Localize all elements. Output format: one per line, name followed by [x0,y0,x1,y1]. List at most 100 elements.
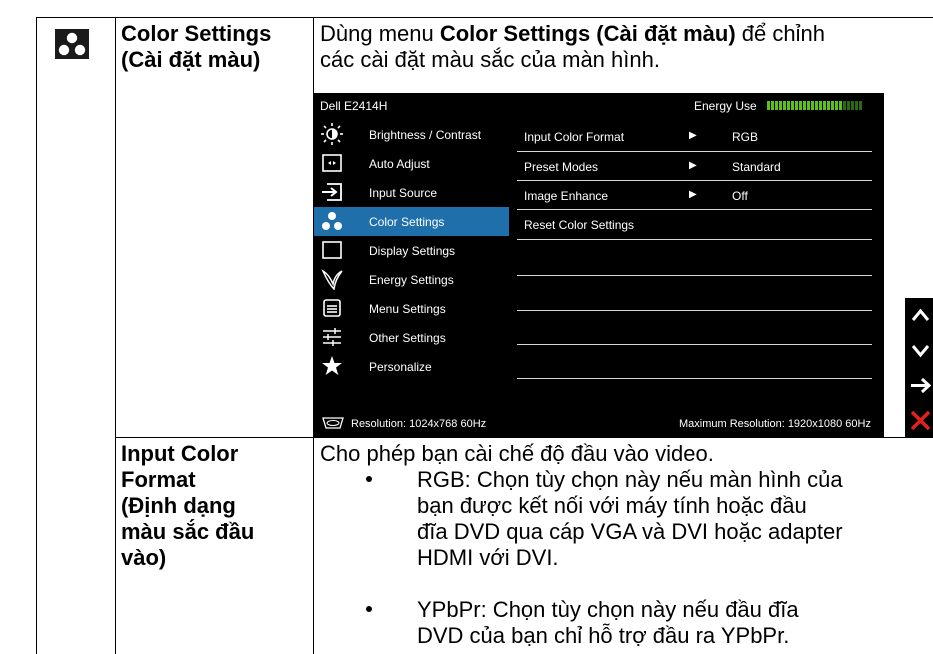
star-icon [322,356,342,375]
table-row-divider [116,437,933,438]
energy-meter-segment [831,101,834,110]
table-top-border [36,17,933,18]
row1-description: Dùng menu Color Settings (Cài đặt màu) đ… [320,21,825,73]
energy-meter-segment [807,101,810,110]
energy-meter-segment [859,101,862,110]
osd-menu-label: Other Settings [369,331,446,345]
row2-intro: Cho phép bạn cài chế độ đầu vào video. [320,441,714,466]
up-arrow-icon[interactable] [908,303,933,328]
osd-menu-label: Color Settings [369,215,445,229]
energy-meter-segment [771,101,774,110]
osd-menu-screenshot: Dell E2414H Energy Use Brightness / Cont… [314,93,884,437]
down-arrow-icon[interactable] [908,338,933,363]
osd-menu-personalize[interactable]: Personalize [314,352,509,381]
osd-submenu-image-enhance[interactable]: Image Enhance ▶ Off [517,181,872,209]
other-settings-icon [323,328,341,346]
energy-meter-segment [803,101,806,110]
energy-settings-icon [321,269,343,290]
energy-meter-segment [799,101,802,110]
energy-meter-segment [851,101,854,110]
menu-settings-icon [323,299,341,317]
row1-desc-line2: các cài đặt màu sắc của màn hình. [320,47,660,72]
osd-menu-label: Display Settings [369,244,456,258]
bullet-line: DVD của bạn chỉ hỗ trợ đầu ra YPbPr. [417,623,790,648]
osd-submenu-label: Reset Color Settings [524,218,635,232]
osd-submenu-label: Input Color Format [524,130,625,144]
osd-submenu-label: Image Enhance [524,189,609,203]
vga-connector-icon [322,417,344,429]
osd-menu-auto-adjust[interactable]: Auto Adjust [314,149,509,178]
osd-menu-energy-settings[interactable]: Energy Settings [314,265,509,294]
energy-meter-segment [783,101,786,110]
input-source-icon [322,183,342,201]
osd-submenu-reset-color-settings[interactable]: Reset Color Settings [517,210,872,238]
energy-meter-segment [843,101,846,110]
energy-meter-segment [779,101,782,110]
display-settings-icon [322,241,342,259]
bullet-line: RGB: Chọn tùy chọn này nếu màn hình của [417,467,843,492]
row2-title-line: màu sắc đầu [121,519,255,544]
energy-meter-segment [835,101,838,110]
osd-menu-other-settings[interactable]: Other Settings [314,323,509,352]
energy-meter-segment [787,101,790,110]
brightness-icon [321,123,343,145]
osd-menu-label: Auto Adjust [369,157,430,171]
bullet-line: đĩa DVD qua cáp VGA và DVI hoặc adapter [417,519,843,544]
osd-separator [517,310,872,311]
row2-title-line: vào) [121,545,167,570]
osd-submenu-value: RGB [732,130,759,144]
osd-menu-brightness-contrast[interactable]: Brightness / Contrast [314,120,509,149]
osd-menu-color-settings[interactable]: Color Settings [314,207,509,236]
right-triangle-icon: ▶ [689,130,697,141]
energy-meter-segment [815,101,818,110]
row1-desc-line1: Dùng menu Color Settings (Cài đặt màu) đ… [320,21,825,47]
auto-adjust-icon [322,154,342,172]
osd-separator [517,239,872,240]
osd-submenu-input-color-format[interactable]: Input Color Format ▶ RGB [517,122,872,150]
energy-meter-segment [827,101,830,110]
osd-submenu-value: Standard [732,160,781,174]
energy-meter-segment [767,101,770,110]
enter-arrow-icon[interactable] [908,373,933,398]
energy-meter-segment [775,101,778,110]
osd-menu-display-settings[interactable]: Display Settings [314,236,509,265]
bullet-rgb: RGB: Chọn tùy chọn này nếu màn hình của … [417,467,843,571]
osd-menu-input-source[interactable]: Input Source [314,178,509,207]
energy-meter-segment [819,101,822,110]
right-triangle-icon: ▶ [689,189,697,200]
close-icon[interactable] [908,408,933,433]
bullet-ypbpr: YPbPr: Chọn tùy chọn này nếu đầu đĩa DVD… [417,597,799,649]
row1-title: Color Settings (Cài đặt màu) [121,21,271,73]
energy-meter-segment [855,101,858,110]
osd-menu-menu-settings[interactable]: Menu Settings [314,294,509,323]
color-settings-icon [322,212,342,230]
osd-max-resolution: Maximum Resolution: 1920x1080 60Hz [679,418,871,430]
osd-model-name: Dell E2414H [320,99,388,113]
osd-resolution: Resolution: 1024x768 60Hz [351,418,487,430]
row1-title-line2: (Cài đặt màu) [121,47,261,72]
energy-meter-segment [823,101,826,110]
osd-menu-label: Brightness / Contrast [369,128,482,142]
osd-separator [517,378,872,379]
osd-menu-label: Input Source [369,186,438,200]
energy-meter-segment [847,101,850,110]
color-settings-icon [55,29,89,59]
bullet-line: bạn được kết nối với máy tính hoặc đầu [417,493,807,518]
osd-energy-label: Energy Use [694,99,757,113]
osd-menu-label: Energy Settings [369,273,454,287]
row2-title-line: Format [121,467,196,492]
row2-title: Input Color Format (Định dạng màu sắc đầ… [121,441,254,571]
osd-separator [517,344,872,345]
osd-submenu-label: Preset Modes [524,160,599,174]
row1-desc-bold: Color Settings (Cài đặt màu) [439,21,736,46]
osd-submenu-value: Off [732,189,748,203]
osd-footer: Resolution: 1024x768 60Hz Maximum Resolu… [314,411,884,437]
table-left-border [36,17,37,654]
row1-title-line1: Color Settings [121,21,272,46]
energy-meter-segment [811,101,814,110]
osd-submenu-preset-modes[interactable]: Preset Modes ▶ Standard [517,152,872,180]
row1-desc-pre: Dùng menu [320,21,440,46]
energy-meter-segment [791,101,794,110]
energy-meter-segment [839,101,842,110]
osd-menu-label: Personalize [369,360,432,374]
